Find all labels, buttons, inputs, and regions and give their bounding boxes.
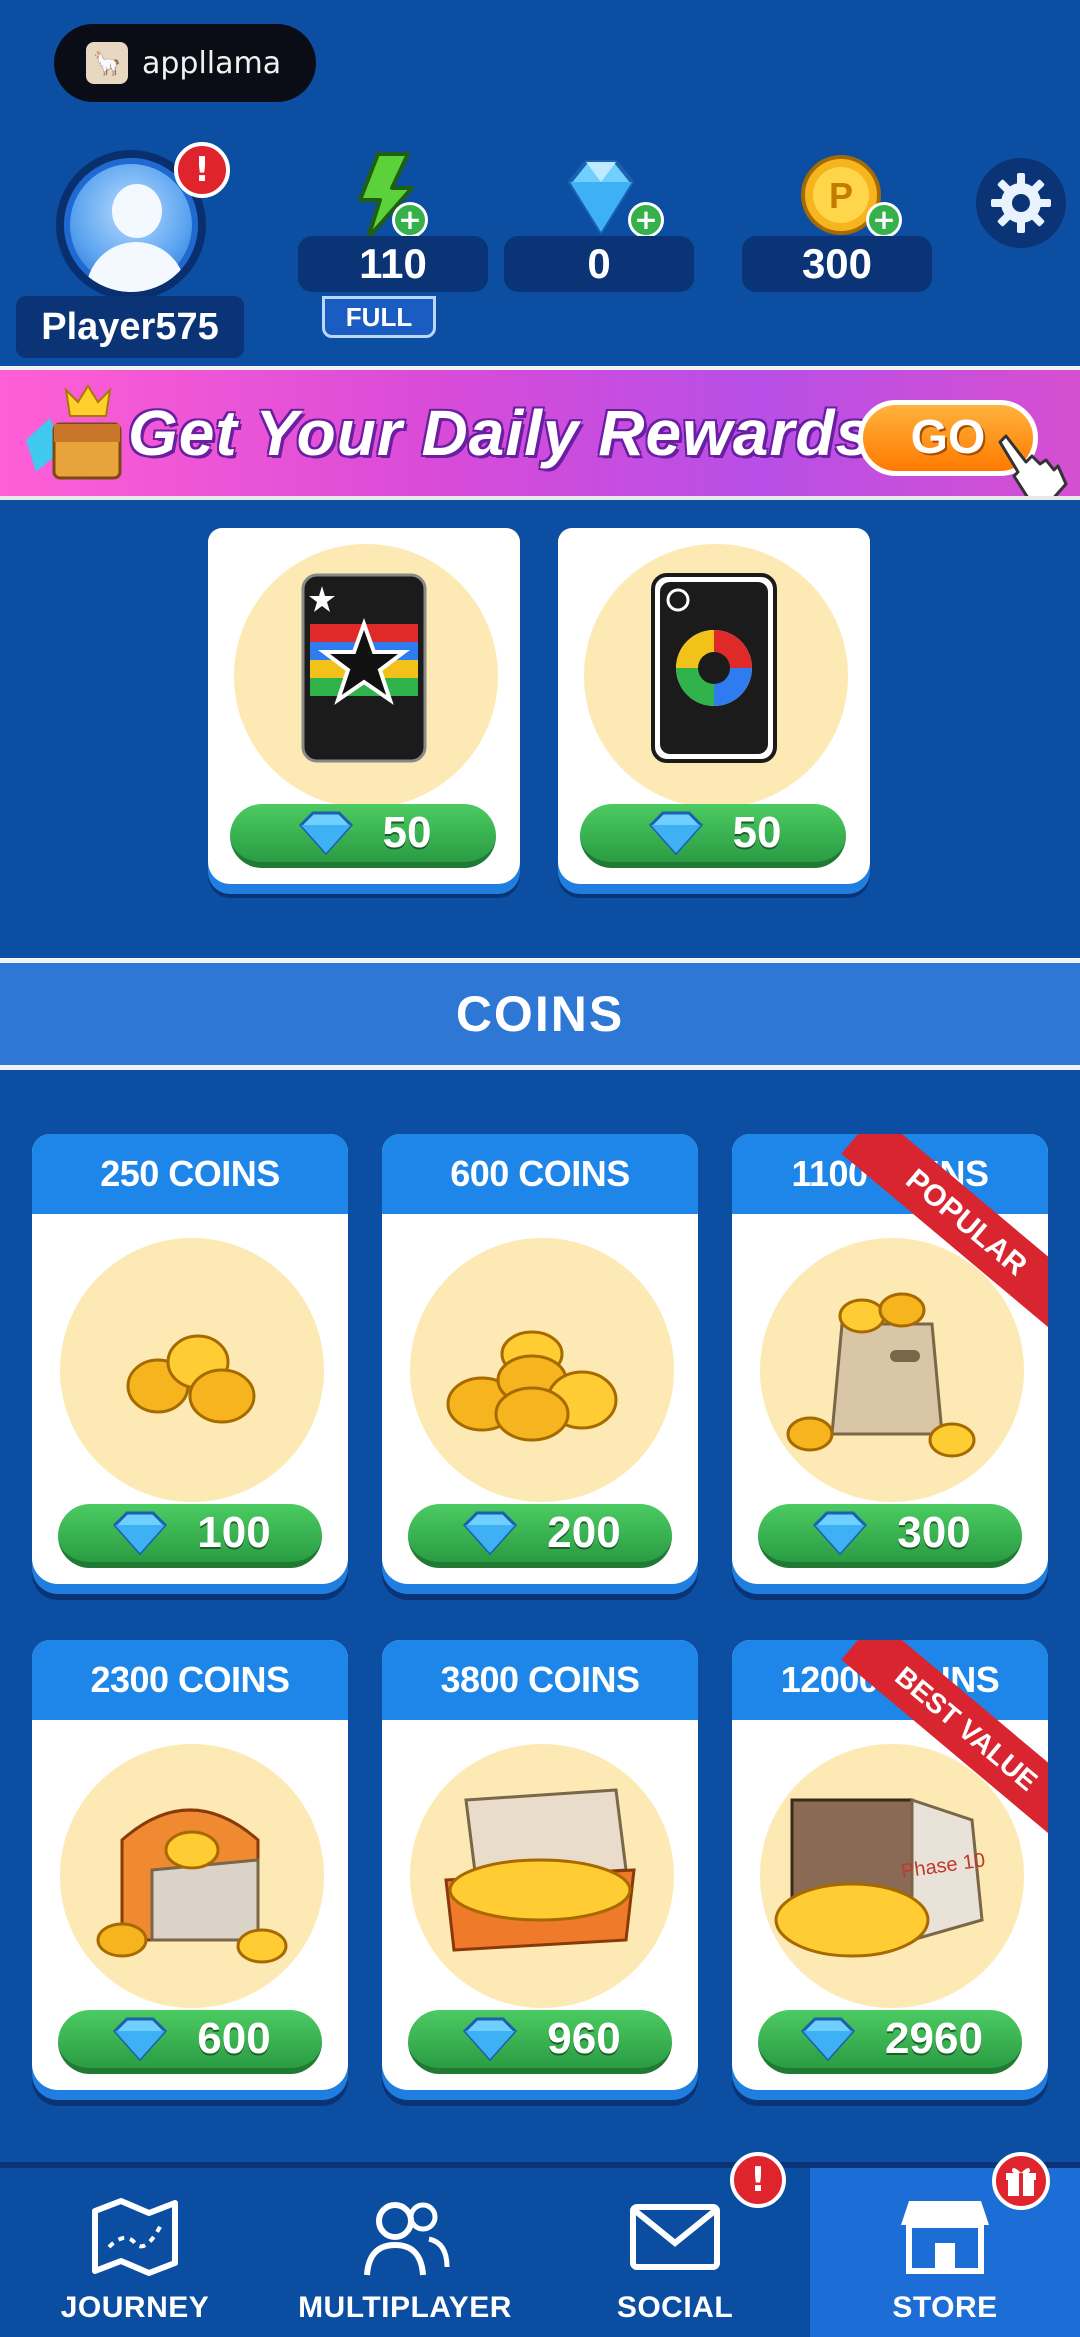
price-value: 600 — [197, 2014, 271, 2063]
coin-pack-250-buy-button[interactable]: 100 — [58, 1504, 322, 1568]
svg-text:P: P — [829, 175, 853, 216]
wild-card-item[interactable]: 50 — [208, 528, 520, 884]
price-value: 200 — [547, 1508, 621, 1557]
treasure-chest-icon — [26, 384, 122, 480]
add-gems-button[interactable]: + — [628, 202, 664, 238]
coin-pack-1100[interactable]: 1100 COINS POPULAR 300 — [732, 1134, 1048, 1584]
gift-icon — [1006, 2167, 1036, 2196]
nav-label: SOCIAL — [616, 2291, 734, 2324]
coin-pack-1100-buy-button[interactable]: 300 — [758, 1504, 1022, 1568]
nav-journey[interactable]: JOURNEY — [0, 2168, 270, 2337]
diamond-icon — [463, 2017, 518, 2061]
coin-stack-icon — [446, 1330, 618, 1442]
pack-label: 2300 COINS — [32, 1640, 348, 1720]
coin-truck-icon: Phase 10 — [774, 1797, 987, 1958]
coin-pack-600-buy-button[interactable]: 200 — [408, 1504, 672, 1568]
social-alert-badge: ! — [730, 2152, 786, 2208]
coin-pack-3800[interactable]: 3800 COINS 960 — [382, 1640, 698, 2090]
store-icon — [901, 2201, 989, 2274]
price-value: 300 — [897, 1508, 971, 1557]
bottom-nav: JOURNEY MULTIPLAYER SOCIAL STORE — [0, 2162, 1080, 2337]
skip-card-item[interactable]: 50 — [558, 528, 870, 884]
llama-logo-icon: 🦙 — [86, 42, 128, 84]
price-value: 960 — [547, 2014, 621, 2063]
coins-section-title: COINS — [0, 958, 1080, 1070]
coin-pack-600[interactable]: 600 COINS 200 — [382, 1134, 698, 1584]
diamond-icon — [113, 1511, 168, 1555]
wild-card-icon — [301, 573, 427, 763]
map-icon — [92, 2198, 178, 2276]
diamond-icon — [463, 1511, 518, 1555]
wild-card-buy-button[interactable]: 50 — [230, 804, 496, 868]
price-value: 50 — [382, 808, 432, 857]
energy-status-badge: FULL — [322, 296, 436, 338]
pack-label: 3800 COINS — [382, 1640, 698, 1720]
banner-title: Get Your Daily Rewards — [128, 397, 873, 469]
brand-pill: 🦙 appllama — [54, 24, 316, 102]
gift-badge[interactable] — [992, 2152, 1050, 2210]
skip-card-icon — [651, 573, 777, 763]
coin-pack-250[interactable]: 250 COINS 100 — [32, 1134, 348, 1584]
coins-value: 300 — [742, 236, 932, 292]
diamond-icon — [813, 1511, 868, 1555]
coin-pack-3800-buy-button[interactable]: 960 — [408, 2010, 672, 2074]
users-icon — [364, 2202, 450, 2276]
pack-label: 250 COINS — [32, 1134, 348, 1214]
nav-multiplayer[interactable]: MULTIPLAYER — [270, 2168, 540, 2337]
small-coin-pile-icon — [126, 1334, 256, 1424]
energy-value: 110 — [298, 236, 488, 292]
avatar-body-icon — [86, 242, 186, 292]
profile-alert-badge: ! — [174, 142, 230, 198]
price-value: 100 — [197, 1508, 271, 1557]
nav-label: STORE — [892, 2291, 998, 2324]
envelope-icon — [630, 2204, 720, 2270]
skip-card-buy-button[interactable]: 50 — [580, 804, 846, 868]
brand-name: appllama — [142, 45, 282, 81]
price-value: 2960 — [885, 2014, 983, 2063]
diamond-icon — [298, 811, 353, 855]
coin-case-icon — [444, 1788, 636, 1952]
coin-pack-2300-buy-button[interactable]: 600 — [58, 2010, 322, 2074]
price-value: 50 — [732, 808, 782, 857]
nav-label: JOURNEY — [60, 2291, 210, 2324]
gear-icon — [991, 173, 1051, 233]
diamond-icon — [800, 2017, 856, 2061]
diamond-icon — [648, 811, 703, 855]
pointing-hand-icon — [998, 434, 1068, 496]
diamond-icon — [113, 2017, 168, 2061]
coin-backpack-icon — [96, 1808, 288, 1964]
daily-rewards-banner[interactable]: Get Your Daily Rewards GO — [0, 366, 1080, 500]
gems-value: 0 — [504, 236, 694, 292]
pack-label: 600 COINS — [382, 1134, 698, 1214]
coin-bag-icon — [786, 1292, 976, 1458]
coin-pack-2300[interactable]: 2300 COINS 600 — [32, 1640, 348, 2090]
avatar-head-icon — [112, 184, 162, 238]
coin-pack-12000-buy-button[interactable]: 2960 — [758, 2010, 1022, 2074]
nav-label: MULTIPLAYER — [298, 2291, 512, 2324]
settings-button[interactable] — [976, 158, 1066, 248]
coin-pack-12000[interactable]: 12000 COINS Phase 10 BEST VALUE 2960 — [732, 1640, 1048, 2090]
add-energy-button[interactable]: + — [392, 202, 428, 238]
player-name[interactable]: Player575 — [16, 296, 244, 358]
add-coins-button[interactable]: + — [866, 202, 902, 238]
